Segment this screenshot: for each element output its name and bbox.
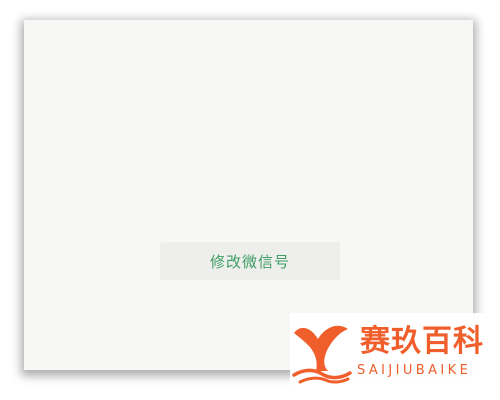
whale-tail-icon xyxy=(292,325,352,384)
watermark-badge: 赛玖百科 SAIJIUBAIKE xyxy=(290,313,488,389)
watermark-title: 赛玖百科 xyxy=(360,324,484,359)
watermark-subtitle: SAIJIUBAIKE xyxy=(357,363,472,378)
screenshot-stage: 修改微信号 赛玖百科 SAIJIUBAIKE xyxy=(0,0,500,400)
modify-wechat-id-button[interactable]: 修改微信号 xyxy=(160,242,340,280)
